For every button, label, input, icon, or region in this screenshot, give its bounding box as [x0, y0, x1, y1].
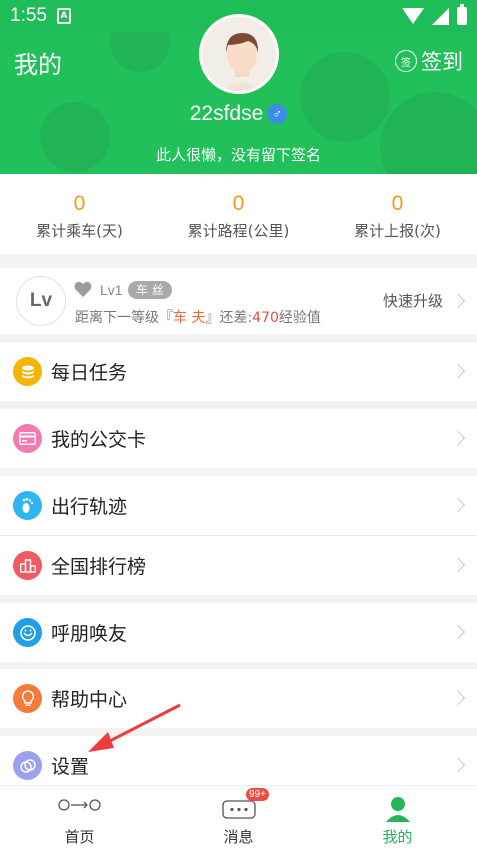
chevron-right-icon: [450, 624, 466, 640]
menu-item-daily-tasks[interactable]: 每日任务: [0, 342, 477, 401]
lightbulb-icon: [13, 684, 42, 713]
tab-profile[interactable]: 我的: [318, 786, 477, 848]
signin-icon: 签: [395, 50, 417, 72]
battery-icon: [457, 4, 467, 25]
level-card[interactable]: Lv Lv1 车 丝 距离下一等级『车 夫』还差:470经验值 快速升级: [0, 268, 477, 334]
stat-total-reports[interactable]: 0 累计上报(次): [318, 174, 477, 254]
menu-label: 我的公交卡: [51, 429, 147, 451]
unread-badge: 99+: [246, 788, 269, 801]
avatar[interactable]: [199, 14, 279, 94]
menu-label: 呼朋唤友: [51, 623, 128, 645]
sim-icon: A: [56, 8, 71, 24]
stat-label: 累计上报(次): [354, 222, 441, 240]
tab-home[interactable]: 首页: [0, 786, 159, 848]
menu-item-invite-friends[interactable]: 呼朋唤友: [0, 603, 477, 662]
chevron-right-icon: [450, 363, 466, 379]
level-icon: Lv: [16, 276, 66, 326]
tab-label: 消息: [223, 828, 254, 846]
level-title-badge: 车 丝: [128, 281, 172, 299]
menu-item-travel-track[interactable]: 出行轨迹: [0, 476, 477, 535]
level-text: Lv1: [100, 282, 123, 298]
signin-button[interactable]: 签 签到: [395, 46, 463, 76]
footprint-icon: [13, 491, 42, 520]
next-level-name: 车 夫: [173, 310, 206, 326]
signal-icon: [432, 7, 449, 25]
chevron-right-icon: [450, 430, 466, 446]
male-gender-icon: ♂: [267, 104, 288, 125]
progress-prefix: 距离下一等级『: [75, 310, 173, 326]
menu-item-national-ranking[interactable]: 全国排行榜: [0, 536, 477, 595]
stat-total-rides[interactable]: 0 累计乘车(天): [0, 174, 159, 254]
chevron-right-icon: [450, 293, 466, 309]
progress-suffix: 经验值: [278, 310, 321, 326]
stat-label: 累计乘车(天): [36, 222, 123, 240]
page-title: 我的: [14, 51, 62, 79]
username-text: 22sfdse: [189, 102, 264, 125]
chevron-right-icon: [450, 690, 466, 706]
progress-mid: 』还差:: [205, 310, 253, 326]
menu-label: 全国排行榜: [51, 556, 147, 578]
stat-total-distance[interactable]: 0 累计路程(公里): [159, 174, 318, 254]
stat-value: 0: [391, 192, 404, 215]
heart-icon: [74, 281, 92, 297]
stat-label: 累计路程(公里): [187, 222, 290, 240]
points-needed: 470: [252, 310, 279, 326]
stat-value: 0: [232, 192, 245, 215]
signin-label: 签到: [421, 50, 463, 74]
tab-messages[interactable]: 消息: [159, 786, 318, 848]
user-signature: 此人很懒，没有留下签名: [155, 146, 321, 164]
status-time: 1:55: [10, 5, 47, 26]
chevron-right-icon: [450, 497, 466, 513]
wifi-icon: [402, 8, 424, 24]
smile-icon: [13, 618, 42, 647]
menu-item-help-center[interactable]: 帮助中心: [0, 669, 477, 728]
chevron-right-icon: [450, 557, 466, 573]
quick-upgrade-label: 快速升级: [382, 292, 443, 310]
profile-icon: [385, 797, 410, 822]
coins-icon: [13, 357, 42, 386]
bottom-tab-bar: 首页 消息 我的 99+: [0, 785, 477, 848]
menu-label: 出行轨迹: [51, 496, 128, 518]
menu-label: 每日任务: [51, 362, 128, 384]
stats-panel: 0 累计乘车(天) 0 累计路程(公里) 0 累计上报(次): [0, 174, 477, 254]
settings-icon: [13, 751, 42, 780]
menu-item-bus-card[interactable]: 我的公交卡: [0, 409, 477, 468]
username[interactable]: 22sfdse ♂: [0, 102, 477, 126]
ranking-icon: [13, 551, 42, 580]
tab-label: 我的: [382, 828, 413, 846]
menu-label: 设置: [51, 756, 90, 778]
card-icon: [13, 424, 42, 453]
level-progress-text: 距离下一等级『车 夫』还差:470经验值: [75, 307, 321, 327]
home-route-icon: [57, 799, 101, 811]
tab-label: 首页: [64, 828, 95, 846]
menu-label: 帮助中心: [51, 689, 128, 711]
stat-value: 0: [73, 192, 86, 215]
chevron-right-icon: [450, 757, 466, 773]
